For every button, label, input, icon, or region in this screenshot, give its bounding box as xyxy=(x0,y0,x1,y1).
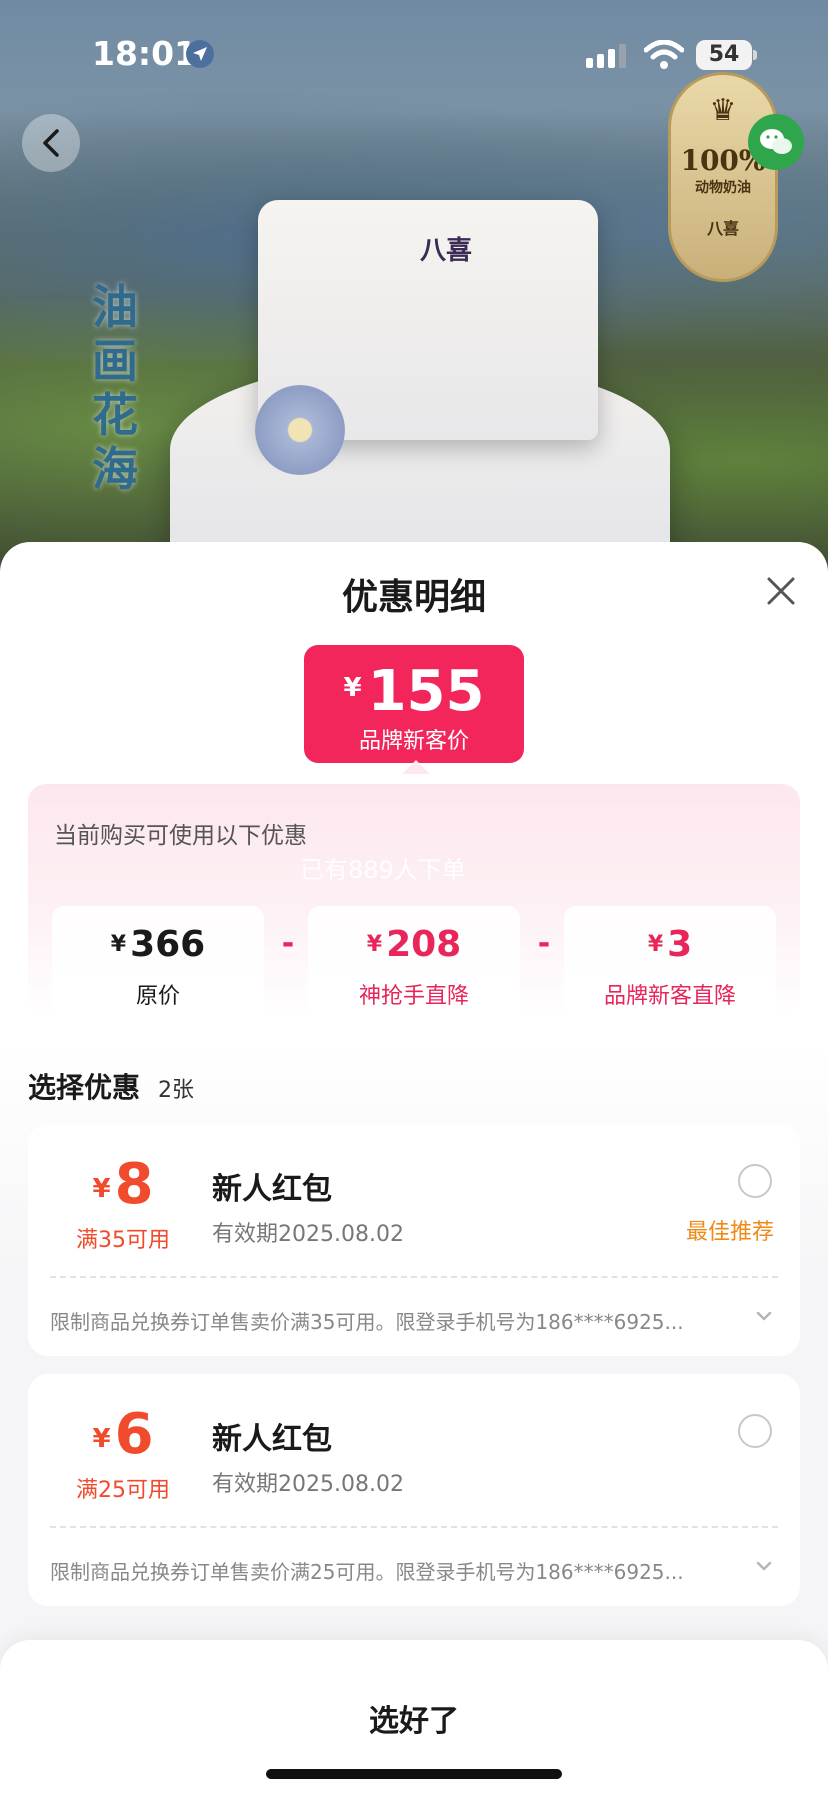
coupon-currency: ¥ xyxy=(92,1174,111,1204)
price-amount: 155 xyxy=(367,659,485,724)
original-price-label: 原价 xyxy=(135,984,180,1009)
coupon-divider xyxy=(50,1276,778,1278)
location-arrow-icon xyxy=(186,40,214,68)
close-icon xyxy=(767,577,795,605)
select-discount-title: 选择优惠 xyxy=(28,1071,141,1104)
best-recommend-tag: 最佳推荐 xyxy=(686,1220,775,1245)
new-customer-amount: 3 xyxy=(667,924,693,965)
coupon-divider xyxy=(50,1526,778,1528)
coupon-currency: ¥ xyxy=(92,1424,111,1454)
price-pointer xyxy=(402,760,430,774)
hero-poem-text: 油画花海 xyxy=(92,280,138,496)
cream-badge: ♛ 100% 动物奶油 八喜 xyxy=(668,72,778,282)
coupon-amount: 8 xyxy=(114,1152,154,1217)
coupon-condition: 满25可用 xyxy=(76,1478,170,1503)
status-time: 18:01 xyxy=(92,34,198,73)
original-price-amount: 366 xyxy=(130,924,206,965)
back-button[interactable] xyxy=(22,114,80,172)
close-button[interactable] xyxy=(762,572,800,610)
home-indicator xyxy=(266,1769,562,1779)
minus-operator: - xyxy=(537,926,551,961)
wifi-icon xyxy=(643,39,685,74)
chevron-left-icon xyxy=(43,129,59,157)
wechat-share-button[interactable] xyxy=(748,114,804,170)
flash-discount-currency: ¥ xyxy=(366,932,383,957)
coupon-select-radio[interactable] xyxy=(738,1414,772,1448)
chevron-down-icon[interactable] xyxy=(754,1306,774,1326)
cake-flower-decoration xyxy=(255,385,345,475)
discount-detail-sheet: 优惠明细 ¥155 品牌新客价 当前购买可使用以下优惠 已有889人下单 ¥36… xyxy=(0,542,828,1795)
coupon-amount: 6 xyxy=(114,1402,154,1467)
chevron-down-icon[interactable] xyxy=(754,1556,774,1576)
battery-cap xyxy=(753,50,757,60)
coupon-terms: 限制商品兑换券订单售卖价满35可用。限登录手机号为186****6925... xyxy=(50,1310,684,1334)
new-customer-discount-card: ¥3 品牌新客直降 xyxy=(564,906,776,1016)
badge-brand: 八喜 xyxy=(706,219,739,238)
price-label: 品牌新客价 xyxy=(358,729,469,754)
battery-indicator: 54 xyxy=(696,40,752,70)
coupon-name: 新人红包 xyxy=(212,1172,332,1207)
final-price-box: ¥155 品牌新客价 xyxy=(304,645,524,763)
discount-breakdown-panel: 当前购买可使用以下优惠 已有889人下单 ¥366 原价 - ¥208 神抢手直… xyxy=(28,784,800,1016)
new-customer-label: 品牌新客直降 xyxy=(603,984,736,1009)
order-count-watermark: 已有889人下单 xyxy=(300,856,466,884)
coupon-validity: 有效期2025.08.02 xyxy=(212,1472,404,1497)
discount-hint: 当前购买可使用以下优惠 xyxy=(54,823,307,849)
coupon-name: 新人红包 xyxy=(212,1422,332,1457)
coupon-card[interactable]: ¥8 满35可用 新人红包 有效期2025.08.02 最佳推荐 限制商品兑换券… xyxy=(28,1124,800,1356)
flash-discount-card: ¥208 神抢手直降 xyxy=(308,906,520,1016)
coupon-card[interactable]: ¥6 满25可用 新人红包 有效期2025.08.02 限制商品兑换券订单售卖价… xyxy=(28,1374,800,1606)
coupon-condition: 满35可用 xyxy=(76,1228,170,1253)
coupon-select-radio[interactable] xyxy=(738,1164,772,1198)
badge-subtitle: 动物奶油 xyxy=(695,180,751,196)
original-price-card: ¥366 原价 xyxy=(52,906,264,1016)
new-customer-currency: ¥ xyxy=(647,932,664,957)
price-currency: ¥ xyxy=(343,673,362,703)
wechat-icon xyxy=(760,129,792,154)
coupon-count: 2张 xyxy=(158,1078,194,1103)
cake-logo-text: 八喜 xyxy=(420,236,473,266)
cellular-signal-icon xyxy=(586,44,630,72)
product-hero-image: 八喜 油画花海 ♛ 100% 动物奶油 八喜 xyxy=(0,0,828,620)
minus-operator: - xyxy=(281,926,295,961)
coupon-validity: 有效期2025.08.02 xyxy=(212,1222,404,1247)
sheet-title: 优惠明细 xyxy=(341,577,486,618)
coupon-terms: 限制商品兑换券订单售卖价满25可用。限登录手机号为186****6925... xyxy=(50,1560,684,1584)
confirm-button[interactable]: 选好了 xyxy=(0,1696,828,1740)
flash-discount-amount: 208 xyxy=(386,924,462,965)
original-price-currency: ¥ xyxy=(110,932,127,957)
flash-discount-label: 神抢手直降 xyxy=(358,984,469,1009)
